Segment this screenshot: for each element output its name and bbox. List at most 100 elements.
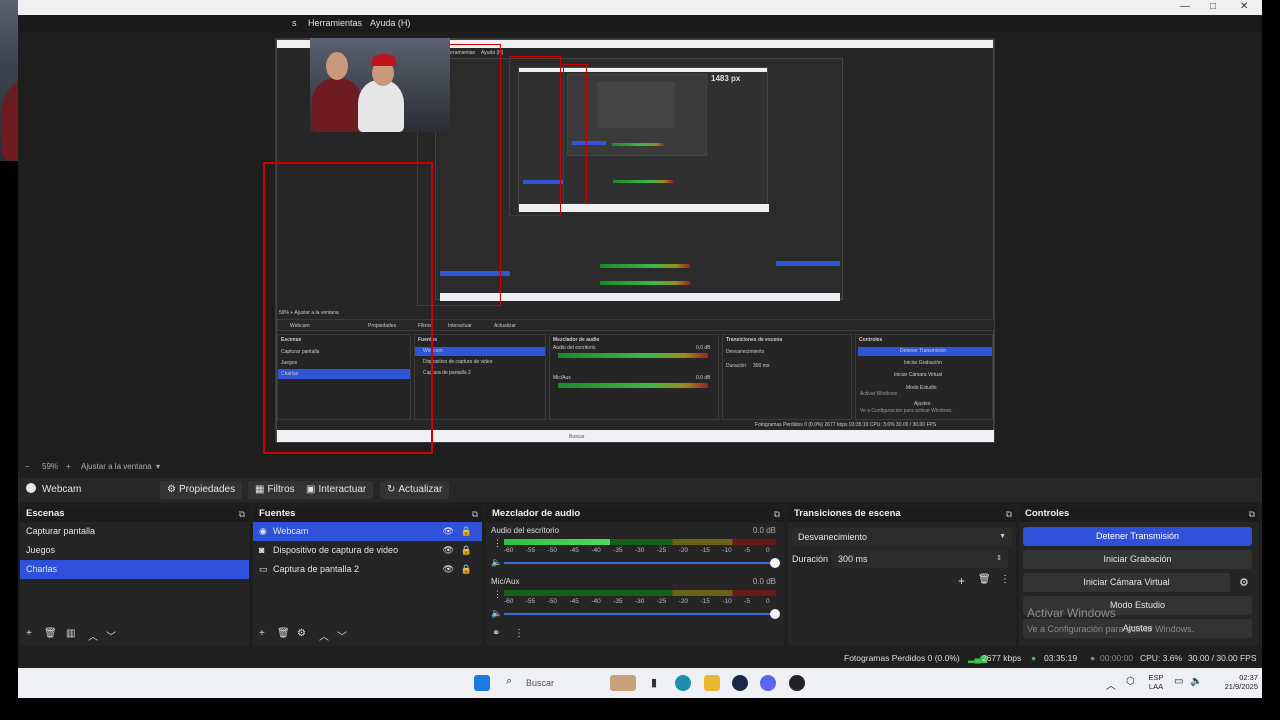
- source-item[interactable]: ◙ Dispositivo de captura de video 👁 🔒: [253, 541, 482, 560]
- move-up-icon[interactable]: ︿: [319, 628, 329, 643]
- close-button[interactable]: ✕: [1240, 1, 1248, 12]
- duration-input[interactable]: 300 ms ⇕: [832, 550, 1008, 568]
- filters-button[interactable]: ▦ Filtros: [248, 481, 302, 499]
- network-icon[interactable]: ▭: [1174, 676, 1183, 687]
- add-icon[interactable]: +: [26, 628, 32, 639]
- maximize-button[interactable]: □: [1210, 1, 1216, 12]
- eye-icon[interactable]: 👁: [443, 541, 454, 560]
- nested-controls-title: Controles: [859, 337, 883, 343]
- nested-activate: Activar Windows: [860, 391, 897, 397]
- meter-tick: -35: [613, 598, 623, 605]
- nested-mini-meter-3: [600, 264, 690, 268]
- discord-icon[interactable]: [760, 675, 776, 691]
- trash-icon[interactable]: 🗑: [44, 628, 57, 639]
- windows-start-icon[interactable]: [474, 675, 490, 691]
- nested-audio-desktop: Audio del escritorio: [553, 345, 596, 351]
- refresh-button[interactable]: ↻ Actualizar: [380, 481, 450, 499]
- nested-person-left: [312, 78, 362, 132]
- source-item[interactable]: ▭ Captura de pantalla 2 👁 🔒: [253, 560, 482, 579]
- speaker-icon[interactable]: 🔈: [491, 608, 502, 619]
- start-recording-button[interactable]: Iniciar Grabación: [1023, 550, 1252, 569]
- edge-icon[interactable]: [675, 675, 691, 691]
- volume-icon[interactable]: 🔈: [1190, 676, 1202, 687]
- gear-icon[interactable]: ⚙: [297, 628, 306, 639]
- trash-icon[interactable]: 🗑: [277, 628, 290, 639]
- more-options-icon[interactable]: ⋮: [493, 589, 502, 600]
- zoom-out-button[interactable]: −: [25, 462, 30, 471]
- move-up-icon[interactable]: ︿: [88, 628, 98, 643]
- speaker-icon[interactable]: 🔈: [491, 557, 502, 568]
- clock[interactable]: 02:37 21/9/2025: [1206, 673, 1258, 691]
- webcam-selection-outline[interactable]: [263, 162, 433, 454]
- undock-icon[interactable]: ⧉: [472, 506, 478, 522]
- volume-knob[interactable]: [770, 558, 780, 568]
- undock-icon[interactable]: ⧉: [239, 506, 245, 522]
- mixer-channel-desktop: Audio del escritorio 0.0 dB ⋮ -60 -55 -50-…: [486, 526, 784, 572]
- move-down-icon[interactable]: ﹀: [337, 628, 347, 643]
- interact-button[interactable]: ▣ Interactuar: [299, 481, 374, 499]
- fit-window-button[interactable]: Ajustar a la ventana: [81, 462, 152, 471]
- sources-title: Fuentes: [259, 508, 296, 519]
- virtual-camera-label: Iniciar Cámara Virtual: [1083, 577, 1170, 587]
- interact-label: Interactuar: [318, 484, 367, 495]
- undock-icon[interactable]: ⧉: [774, 506, 780, 522]
- scene-item-selected[interactable]: Charlas: [20, 560, 249, 579]
- tray-chevron-icon[interactable]: ︿: [1106, 677, 1116, 692]
- language-indicator[interactable]: ESP LAA: [1146, 673, 1166, 691]
- undock-icon[interactable]: ⧉: [1006, 506, 1012, 522]
- link-icon[interactable]: ⚭: [492, 628, 500, 639]
- properties-button[interactable]: ⚙ Propiedades: [160, 481, 243, 499]
- folder-icon[interactable]: [704, 675, 720, 691]
- source-name: Webcam: [273, 526, 309, 536]
- scene-item[interactable]: Juegos: [20, 541, 249, 560]
- menu-tools[interactable]: Herramientas: [308, 18, 362, 28]
- lock-icon[interactable]: 🔒: [461, 522, 472, 541]
- preview-area[interactable]: Herramientas Ayuda (H) 1483 px 59% + Aju…: [18, 32, 1262, 462]
- zoom-dropdown-icon[interactable]: ▾: [156, 462, 160, 471]
- start-virtual-camera-button[interactable]: Iniciar Cámara Virtual: [1023, 573, 1230, 592]
- zoom-in-button[interactable]: +: [66, 462, 71, 471]
- add-icon[interactable]: +: [259, 628, 265, 639]
- obs-window: — □ ✕ s Herramientas Ayuda (H) Herramien…: [18, 0, 1262, 668]
- obs-icon[interactable]: [789, 675, 805, 691]
- stream-status-icon: ●: [1031, 653, 1037, 663]
- scene-item[interactable]: Capturar pantalla: [20, 522, 249, 541]
- menu-help[interactable]: Ayuda (H): [370, 18, 410, 28]
- move-down-icon[interactable]: ﹀: [106, 628, 116, 643]
- more-options-icon[interactable]: ⋮: [514, 628, 524, 639]
- transition-select[interactable]: Desvanecimiento ▼: [792, 528, 1012, 546]
- minimize-button[interactable]: —: [1180, 1, 1190, 12]
- lock-icon[interactable]: 🔒: [461, 541, 472, 560]
- stop-stream-button[interactable]: Detener Transmisión: [1023, 527, 1252, 546]
- controls-dock: Controles ⧉ Detener Transmisión Iniciar G…: [1019, 506, 1259, 646]
- add-transition-icon[interactable]: +: [958, 574, 965, 588]
- spinner-icon[interactable]: ⇕: [996, 550, 1002, 568]
- lock-icon[interactable]: 🔒: [461, 560, 472, 579]
- more-options-icon[interactable]: ⋮: [493, 538, 502, 549]
- undock-icon[interactable]: ⧉: [1249, 506, 1255, 522]
- volume-slider[interactable]: [504, 558, 780, 568]
- source-item-selected[interactable]: ◉ Webcam 👁 🔒: [253, 522, 482, 541]
- channel-db: 0.0 dB: [752, 577, 776, 586]
- gear-icon[interactable]: ⚙: [1239, 576, 1249, 589]
- stream-time: 03:35:19: [1044, 653, 1078, 663]
- meter-tick: -5: [744, 598, 750, 605]
- source-name: Dispositivo de captura de video: [273, 545, 399, 555]
- zoom-bar: − 59% + Ajustar a la ventana ▾: [18, 462, 1262, 474]
- selected-source-label: Webcam: [26, 483, 81, 495]
- steam-icon[interactable]: [732, 675, 748, 691]
- more-options-icon[interactable]: ⋮: [1000, 574, 1010, 585]
- filter-icon[interactable]: ▥: [66, 628, 75, 639]
- tray-app-icon[interactable]: ⬡: [1126, 676, 1135, 687]
- file-icon[interactable]: ▮: [646, 675, 662, 691]
- volume-slider[interactable]: [504, 609, 780, 619]
- eye-icon[interactable]: 👁: [443, 522, 454, 541]
- game-banner-icon[interactable]: [610, 675, 636, 691]
- volume-knob[interactable]: [770, 609, 780, 619]
- scenes-footer: + 🗑 ▥ ︿ ﹀: [20, 628, 249, 643]
- status-bar: Fotogramas Perdidos 0 (0.0%) ▂▄▆ 2677 kb…: [18, 650, 1262, 666]
- controls-header: Controles ⧉: [1019, 506, 1259, 522]
- menu-partial[interactable]: s: [292, 18, 297, 28]
- trash-icon[interactable]: 🗑: [978, 574, 991, 585]
- eye-icon[interactable]: 👁: [443, 560, 454, 579]
